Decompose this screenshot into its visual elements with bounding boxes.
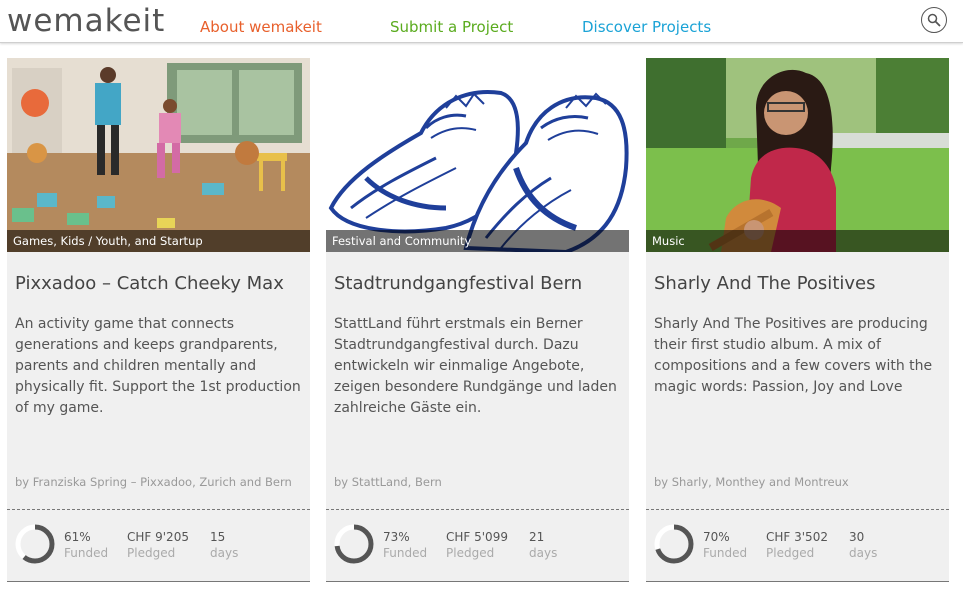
nav-about-wemakeit[interactable]: About wemakeit xyxy=(200,18,322,36)
project-card[interactable]: Festival and Community Stadtrundgangfest… xyxy=(326,58,629,582)
card-divider xyxy=(326,509,629,510)
category-label[interactable]: Music xyxy=(646,230,949,252)
pledged-label: Pledged xyxy=(766,546,815,560)
project-author: by Franziska Spring – Pixxadoo, Zurich a… xyxy=(15,475,292,489)
funded-stat: 73% Funded xyxy=(383,530,427,560)
funding-progress-ring xyxy=(654,524,694,564)
days-label: days xyxy=(210,546,239,560)
card-divider xyxy=(7,509,310,510)
project-image[interactable]: Festival and Community xyxy=(326,58,629,252)
project-description: Sharly And The Positives are producing t… xyxy=(654,316,933,395)
project-card[interactable]: Music Sharly And The Positives Sharly An… xyxy=(646,58,949,582)
project-title[interactable]: Pixxadoo – Catch Cheeky Max xyxy=(15,273,305,294)
days-label: days xyxy=(529,546,558,560)
card-divider xyxy=(646,509,949,510)
days-value: 15 xyxy=(210,530,226,544)
pledged-stat: CHF 3'502 Pledged xyxy=(766,530,828,560)
pledged-value: CHF 3'502 xyxy=(766,530,828,544)
project-title[interactable]: Stadtrundgangfestival Bern xyxy=(334,273,624,294)
funding-progress-ring xyxy=(334,524,374,564)
pledged-stat: CHF 5'099 Pledged xyxy=(446,530,508,560)
search-icon xyxy=(927,13,941,27)
days-stat: 21 days xyxy=(529,530,557,560)
pledged-label: Pledged xyxy=(446,546,495,560)
days-label: days xyxy=(849,546,878,560)
search-button[interactable] xyxy=(921,7,947,33)
project-description: An activity game that connects generatio… xyxy=(15,316,301,416)
funded-label: Funded xyxy=(64,546,109,560)
project-image[interactable]: Music xyxy=(646,58,949,252)
category-label[interactable]: Festival and Community xyxy=(326,230,629,252)
project-title[interactable]: Sharly And The Positives xyxy=(654,273,944,294)
category-label[interactable]: Games, Kids / Youth, and Startup xyxy=(7,230,310,252)
project-image[interactable]: Games, Kids / Youth, and Startup xyxy=(7,58,310,252)
nav-submit-project[interactable]: Submit a Project xyxy=(390,18,513,36)
pledged-value: CHF 5'099 xyxy=(446,530,508,544)
project-description: StattLand führt erstmals ein Berner Stad… xyxy=(334,316,617,416)
project-card[interactable]: Games, Kids / Youth, and Startup Pixxado… xyxy=(7,58,310,582)
funded-value: 73% xyxy=(383,530,410,544)
days-value: 30 xyxy=(849,530,865,544)
funding-progress-ring xyxy=(15,524,55,564)
funded-label: Funded xyxy=(703,546,748,560)
nav-discover-projects[interactable]: Discover Projects xyxy=(582,18,711,36)
funded-stat: 70% Funded xyxy=(703,530,747,560)
pledged-label: Pledged xyxy=(127,546,176,560)
site-header: wemakeit About wemakeit Submit a Project… xyxy=(0,0,963,43)
pledged-stat: CHF 9'205 Pledged xyxy=(127,530,189,560)
project-author: by Sharly, Monthey and Montreux xyxy=(654,475,849,489)
project-author: by StattLand, Bern xyxy=(334,475,442,489)
days-stat: 15 days xyxy=(210,530,238,560)
funded-value: 70% xyxy=(703,530,730,544)
funded-label: Funded xyxy=(383,546,428,560)
site-logo[interactable]: wemakeit xyxy=(7,3,165,39)
funded-value: 61% xyxy=(64,530,91,544)
pledged-value: CHF 9'205 xyxy=(127,530,189,544)
days-stat: 30 days xyxy=(849,530,877,560)
funded-stat: 61% Funded xyxy=(64,530,108,560)
days-value: 21 xyxy=(529,530,545,544)
